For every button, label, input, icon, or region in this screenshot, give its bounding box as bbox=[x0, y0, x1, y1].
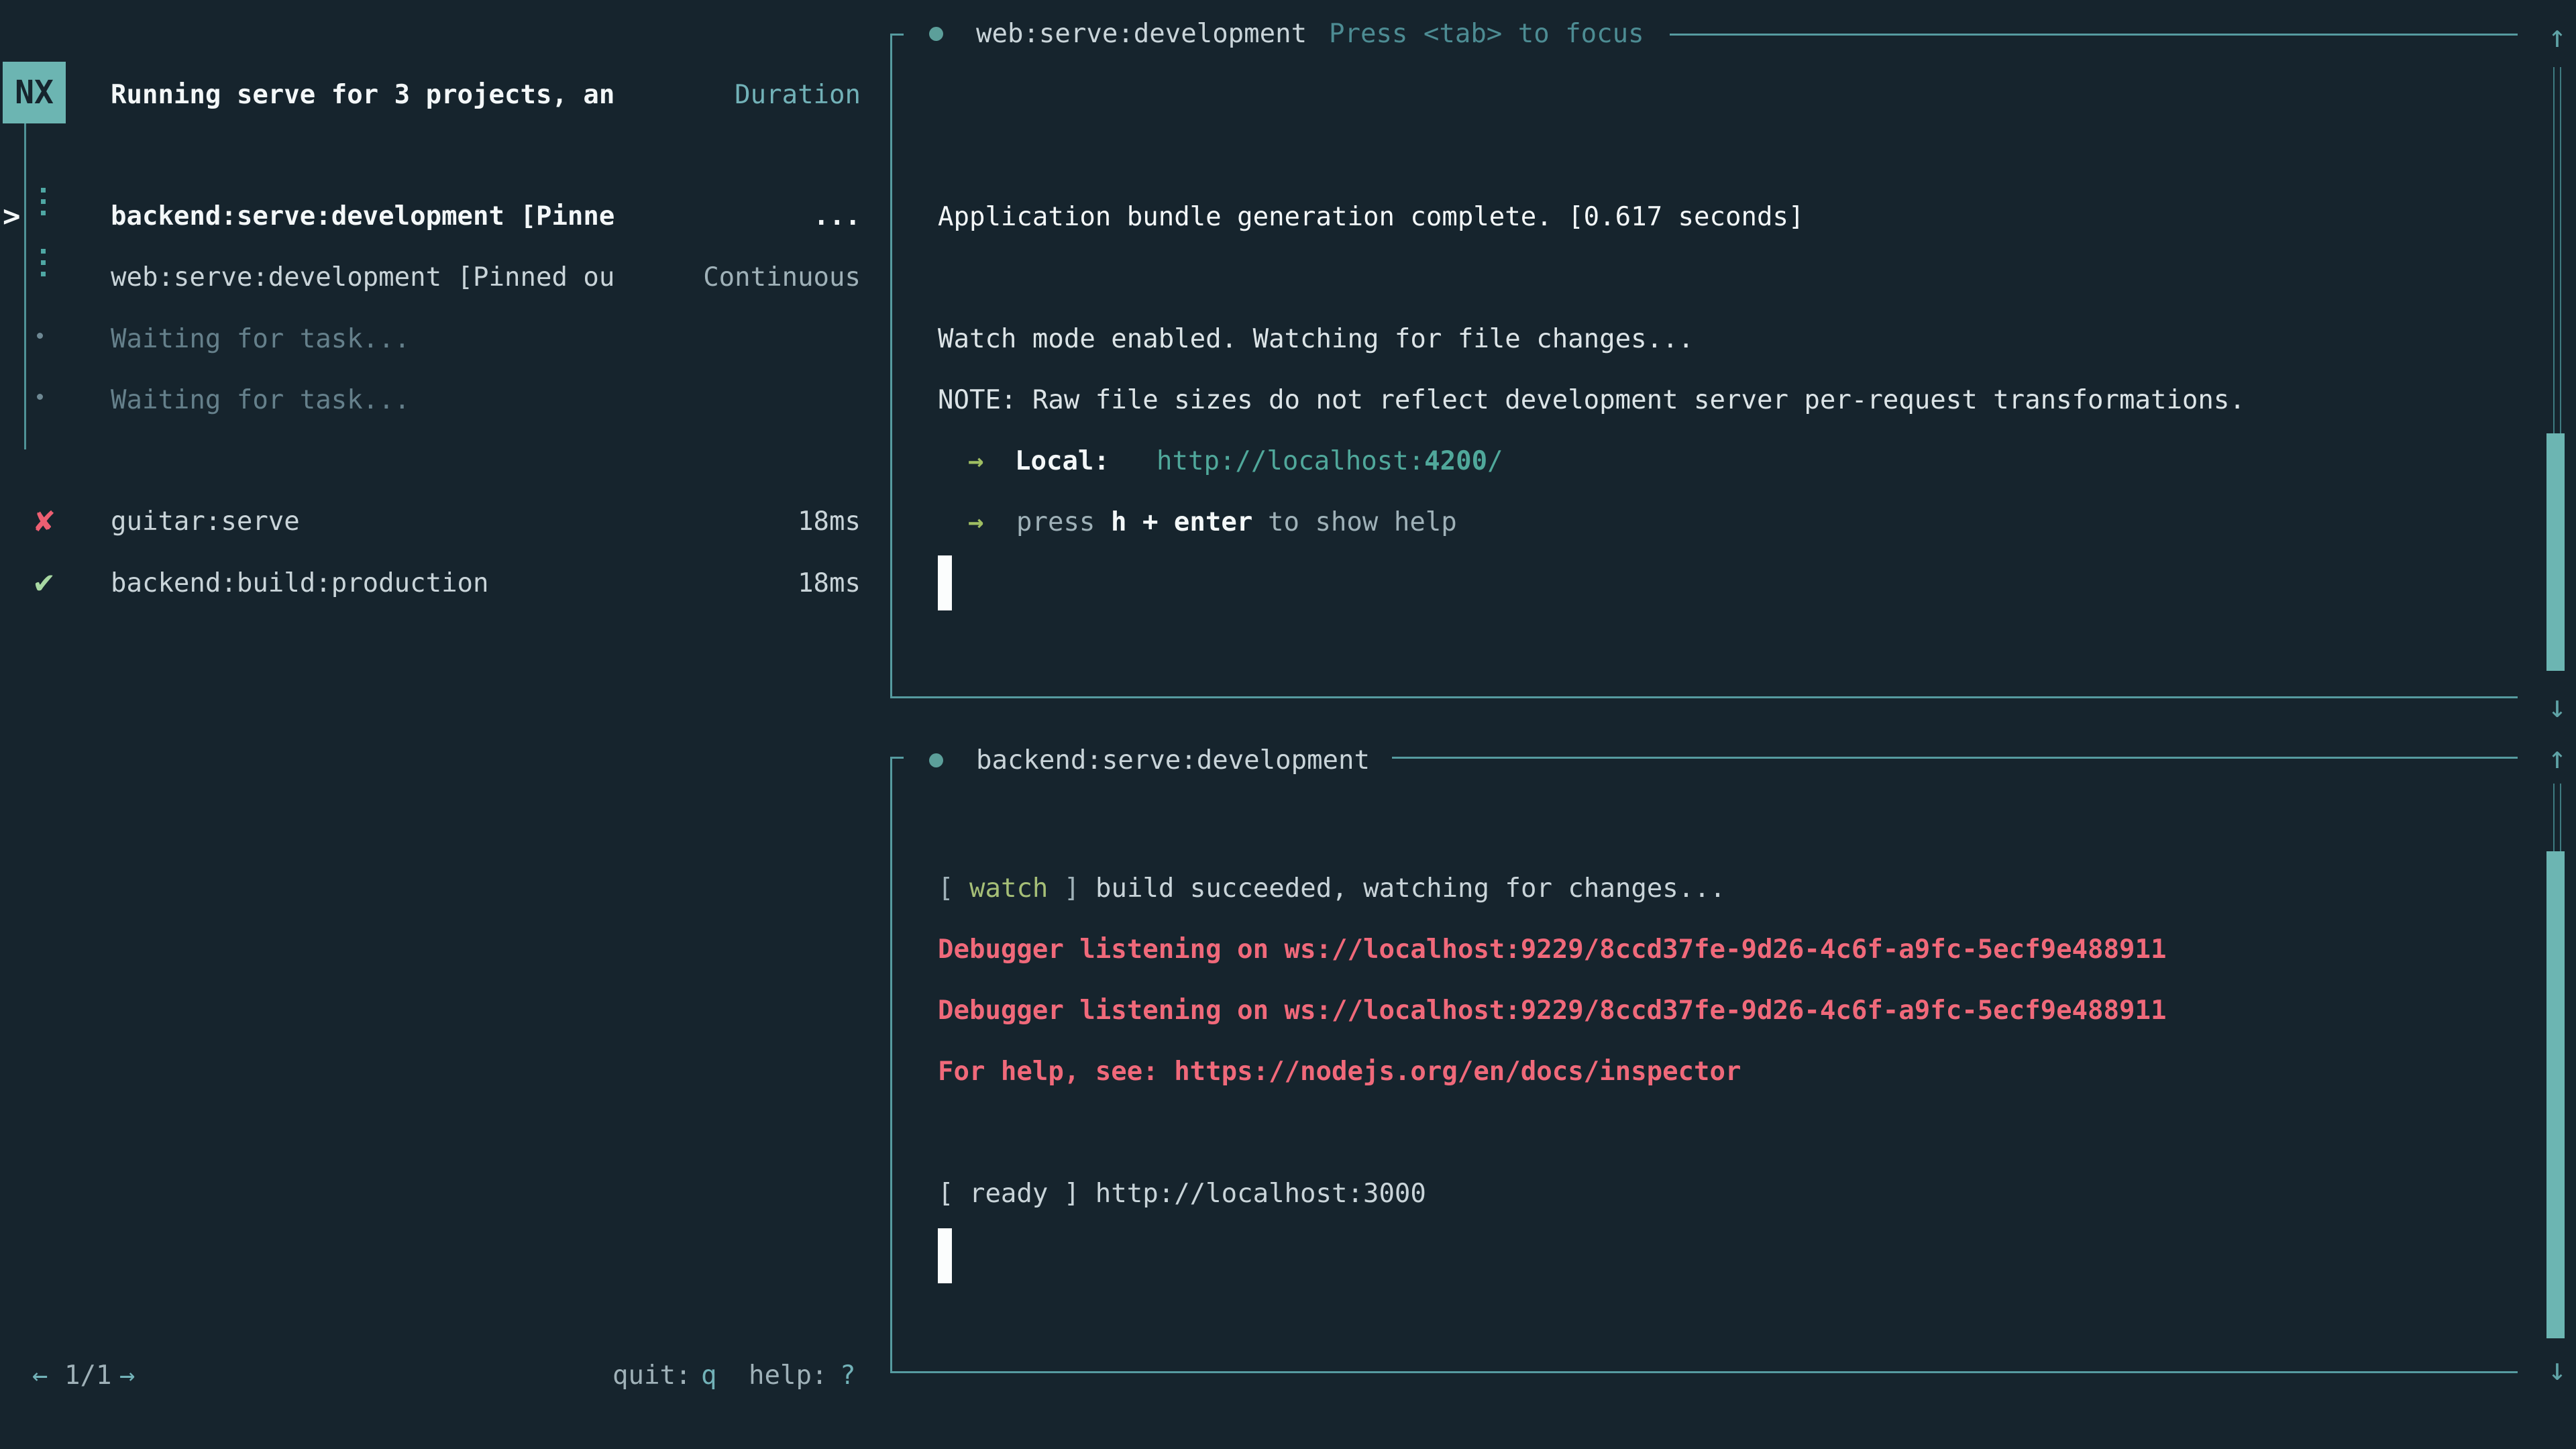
scroll-down-icon[interactable]: ↓ bbox=[2540, 1348, 2575, 1391]
quit-label: quit: bbox=[612, 1345, 691, 1406]
ready-text[interactable]: [ ready ] http://localhost:3000 bbox=[938, 1163, 1426, 1224]
scrollbar-thumb[interactable] bbox=[2546, 433, 2565, 671]
task-duration: 18ms bbox=[0, 553, 861, 614]
terminal-line: For help, see: https://nodejs.org/en/doc… bbox=[0, 1041, 2576, 1102]
help-key: ? bbox=[840, 1345, 855, 1406]
note-text: NOTE: Raw file sizes do not reflect deve… bbox=[938, 370, 2245, 431]
pane-title: backend:serve:development bbox=[976, 730, 1370, 791]
scrollbar-thumb[interactable] bbox=[2546, 851, 2565, 1338]
terminal-line: [ ready ] http://localhost:3000 bbox=[0, 1163, 2576, 1224]
debugger-listening-text[interactable]: Debugger listening on ws://localhost:922… bbox=[938, 919, 2166, 980]
pane-title: web:serve:development bbox=[976, 3, 1307, 64]
url-prefix: http://localhost: bbox=[1157, 446, 1424, 476]
nx-tui-screen: NX Running serve for 3 projects, an Dura… bbox=[0, 0, 2576, 1449]
scroll-up-icon[interactable]: ↑ bbox=[2540, 736, 2575, 779]
quit-key: q bbox=[701, 1345, 716, 1406]
url-suffix: / bbox=[1487, 446, 1503, 476]
page-indicator: 1/1 bbox=[64, 1345, 111, 1406]
local-url[interactable]: http://localhost:4200/ bbox=[1157, 431, 1503, 492]
terminal-line: Debugger listening on ws://localhost:922… bbox=[0, 980, 2576, 1041]
arrow-right-icon: → bbox=[968, 431, 983, 492]
bundle-complete-text: Application bundle generation complete. … bbox=[938, 186, 1804, 248]
scroll-up-icon[interactable]: ↑ bbox=[2540, 15, 2575, 58]
local-label: Local: bbox=[1015, 431, 1110, 492]
pane-header: backend:serve:development bbox=[0, 730, 2576, 791]
prev-page-arrow-icon[interactable]: ← bbox=[32, 1345, 48, 1406]
terminal-cursor bbox=[938, 1228, 952, 1283]
task-row-backend-build[interactable]: ✔ backend:build:production 18ms bbox=[0, 553, 2576, 614]
terminal-line-local: → Local: http://localhost:4200/ bbox=[0, 431, 2576, 492]
terminal-line-help-hint: → press h + enter to show help bbox=[0, 492, 2576, 553]
key-combo-text: h + enter bbox=[1111, 492, 1252, 553]
pane-header: web:serve:development Press <tab> to foc… bbox=[0, 3, 2576, 64]
pane-focus-hint: Press <tab> to focus bbox=[1329, 3, 1644, 64]
help-label: help: bbox=[749, 1345, 827, 1406]
terminal-line: Watch mode enabled. Watching for file ch… bbox=[0, 309, 2576, 370]
terminal-line-watch: [ watch ] build succeeded, watching for … bbox=[0, 858, 2576, 919]
task-row-web-serve[interactable]: web:serve:development [Pinned ou Continu… bbox=[0, 247, 2576, 308]
bracket-open: [ bbox=[938, 858, 953, 919]
pane-border-bottom bbox=[890, 1371, 2518, 1373]
debugger-listening-text[interactable]: Debugger listening on ws://localhost:922… bbox=[938, 980, 2166, 1041]
terminal-line: Debugger listening on ws://localhost:922… bbox=[0, 919, 2576, 980]
url-port: 4200 bbox=[1424, 446, 1487, 476]
terminal-line: Application bundle generation complete. … bbox=[0, 186, 2576, 248]
arrow-right-icon: → bbox=[968, 492, 983, 553]
show-help-text: to show help bbox=[1268, 492, 1457, 553]
terminal-line: NOTE: Raw file sizes do not reflect deve… bbox=[0, 370, 2576, 431]
press-text: press bbox=[1016, 492, 1095, 553]
footer-bar: ← 1/1 → quit: q help: ? bbox=[0, 1345, 2576, 1406]
task-list-header: Running serve for 3 projects, an Duratio… bbox=[0, 64, 2576, 125]
watch-tag: watch bbox=[969, 858, 1048, 919]
inspector-help-text[interactable]: For help, see: https://nodejs.org/en/doc… bbox=[938, 1041, 1741, 1102]
terminal-cursor bbox=[938, 555, 952, 610]
build-succeeded-text: build succeeded, watching for changes... bbox=[1095, 858, 1725, 919]
bracket-close: ] bbox=[1064, 858, 1079, 919]
watch-mode-text: Watch mode enabled. Watching for file ch… bbox=[938, 309, 1694, 370]
pane-border-bottom bbox=[890, 696, 2518, 698]
duration-column-header: Duration bbox=[0, 64, 861, 125]
task-duration: Continuous bbox=[0, 247, 861, 308]
scroll-down-icon[interactable]: ↓ bbox=[2540, 685, 2575, 728]
next-page-arrow-icon[interactable]: → bbox=[119, 1345, 135, 1406]
